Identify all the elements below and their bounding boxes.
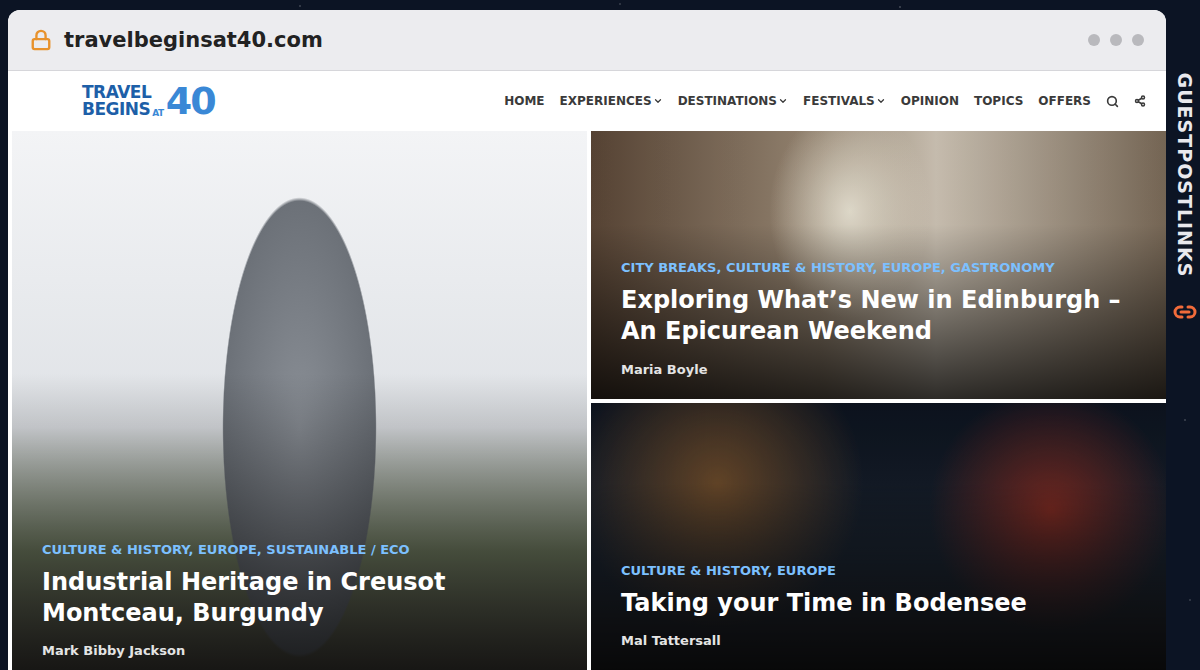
logo-line: BEGINSAT [82,101,164,118]
nav-item[interactable]: HOME [504,94,544,108]
article-categories[interactable]: CITY BREAKS, CULTURE & HISTORY, EUROPE, … [621,260,1140,277]
main-nav: HOME EXPERIENCES DESTINATIONS FESTIVALS OPIN… [504,94,1146,108]
caret-icon [778,96,788,106]
chain-link-icon [1173,300,1197,324]
caret-icon [653,96,663,106]
article-card[interactable]: CITY BREAKS, CULTURE & HISTORY, EUROPE, … [591,131,1166,399]
article-title[interactable]: Exploring What’s New in Edinburgh – An E… [621,285,1140,347]
nav-item[interactable]: EXPERIENCES [560,94,663,108]
share-button[interactable] [1134,95,1146,107]
nav-item[interactable]: TOPICS [974,94,1023,108]
search-icon [1106,95,1119,108]
article-card[interactable]: CULTURE & HISTORY, EUROPE Taking your Tim… [591,403,1166,670]
article-card[interactable]: CULTURE & HISTORY, EUROPE, SUSTAINABLE /… [12,131,587,670]
article-author[interactable]: Mal Tattersall [621,633,1140,648]
window-dot[interactable] [1088,34,1100,46]
article-title[interactable]: Industrial Heritage in Creusot Montceau,… [42,567,561,629]
lock-icon [30,29,52,51]
share-icon [1134,95,1146,107]
page: travelbeginsat40.com TRAVELBEGINSAT40 HOME… [0,0,1200,670]
logo-small: AT [152,108,163,118]
logo-words: TRAVELBEGINSAT [82,84,164,118]
window-dot[interactable] [1132,34,1144,46]
caret-icon [876,96,886,106]
site-logo[interactable]: TRAVELBEGINSAT40 [82,84,215,118]
watermark-link [1173,300,1197,324]
article-categories[interactable]: CULTURE & HISTORY, EUROPE [621,563,1140,580]
window-controls [1088,34,1144,46]
search-button[interactable] [1106,95,1119,108]
article-author[interactable]: Maria Boyle [621,362,1140,377]
window-dot[interactable] [1110,34,1122,46]
nav-item[interactable]: OFFERS [1038,94,1091,108]
article-author[interactable]: Mark Bibby Jackson [42,643,561,658]
browser-toolbar: travelbeginsat40.com [8,10,1166,71]
featured-grid: CULTURE & HISTORY, EUROPE, SUSTAINABLE /… [8,131,1166,670]
nav-item[interactable]: DESTINATIONS [678,94,788,108]
article-categories[interactable]: CULTURE & HISTORY, EUROPE, SUSTAINABLE /… [42,542,561,559]
logo-line: TRAVEL [82,84,164,101]
site-header: TRAVELBEGINSAT40 HOME EXPERIENCES DESTINATI… [8,71,1166,131]
nav-item[interactable]: FESTIVALS [803,94,886,108]
browser-window: travelbeginsat40.com TRAVELBEGINSAT40 HOME… [8,10,1166,670]
logo-number: 40 [166,84,215,118]
logo-word: BEGINS [82,101,150,118]
watermark: GUESTPOSTLINKS [1170,10,1200,670]
url-text: travelbeginsat40.com [64,28,323,52]
article-title[interactable]: Taking your Time in Bodensee [621,588,1140,619]
address-bar[interactable]: travelbeginsat40.com [30,28,323,52]
nav-item[interactable]: OPINION [901,94,959,108]
watermark-text: GUESTPOSTLINKS [1083,60,1200,290]
